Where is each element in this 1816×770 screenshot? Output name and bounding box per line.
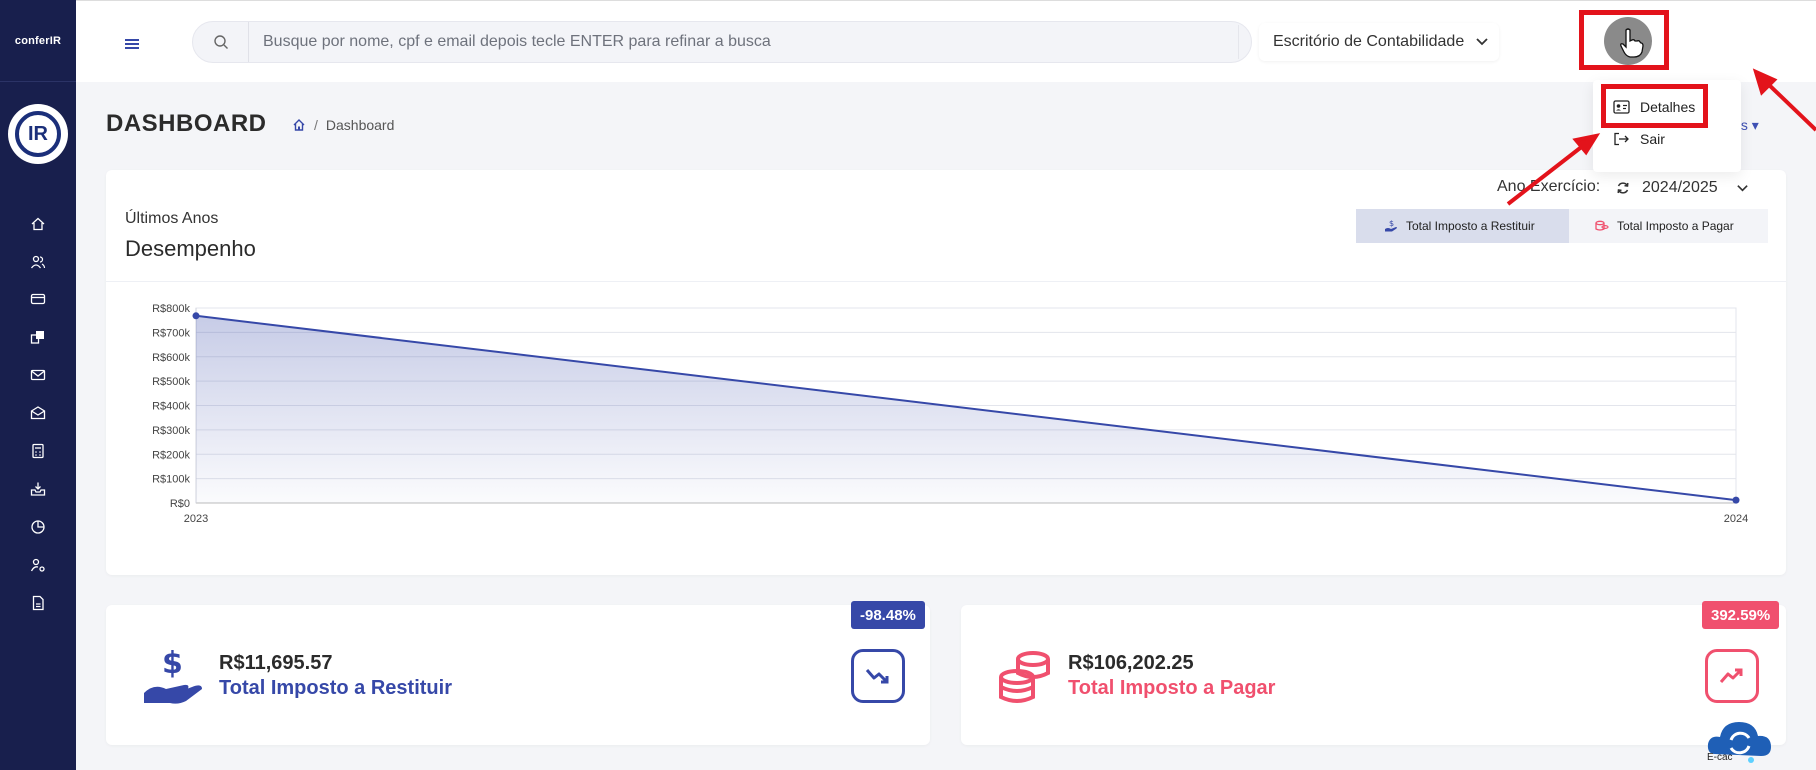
tab-total-pagar[interactable]: Total Imposto a Pagar — [1569, 209, 1768, 243]
sidebar-item-card[interactable] — [27, 288, 49, 310]
sidebar: conferIR IR — [0, 0, 76, 770]
kpi-value: R$11,695.57 — [219, 652, 333, 674]
tab-label: Total Imposto a Pagar — [1617, 219, 1734, 233]
home-icon[interactable] — [292, 118, 306, 132]
users-icon — [30, 255, 46, 269]
performance-chart-card: Últimos Anos Desempenho Ano Exercício: 2… — [106, 170, 1786, 575]
inbox-download-icon — [30, 482, 46, 496]
hand-dollar-icon: $ — [144, 647, 202, 704]
topbar-divider — [1238, 25, 1239, 59]
sidebar-item-file[interactable] — [27, 592, 49, 614]
page-title: DASHBOARD — [106, 110, 267, 137]
breadcrumb-separator: / — [314, 117, 318, 133]
data-point — [192, 312, 200, 320]
annotation-arrow-to-avatar — [1764, 80, 1816, 132]
year-label: Ano Exercício: — [1497, 178, 1601, 195]
home-icon — [31, 217, 45, 231]
y-tick-label: R$700k — [152, 327, 190, 339]
annotation-highlight-avatar — [1579, 10, 1669, 70]
ecac-label: E-cac — [1707, 752, 1733, 763]
kpi-label: Total Imposto a Pagar — [1068, 677, 1276, 699]
user-settings-icon — [30, 558, 45, 572]
kpi-label: Total Imposto a Restituir — [219, 677, 452, 699]
calculator-icon — [32, 443, 44, 459]
tab-total-restituir[interactable]: $ Total Imposto a Restituir — [1356, 209, 1569, 243]
sidebar-item-mail-open[interactable] — [27, 402, 49, 424]
sidebar-item-calculator[interactable] — [27, 440, 49, 462]
kpi-change-badge: 392.59% — [1702, 601, 1780, 629]
office-select-value: Escritório de Contabilidade Co — [1273, 33, 1469, 50]
sidebar-item-home[interactable] — [27, 213, 49, 235]
pie-chart-icon — [31, 520, 45, 534]
kpi-change-badge: -98.48% — [851, 601, 925, 629]
menu-toggle-icon[interactable] — [125, 39, 139, 51]
y-tick-label: R$400k — [152, 401, 190, 413]
y-tick-label: R$200k — [152, 449, 190, 461]
search-bar — [192, 21, 1252, 63]
y-tick-label: R$300k — [152, 425, 190, 437]
file-icon — [32, 595, 44, 611]
performance-area-chart: R$0 R$100k R$200k R$300k R$400k R$500k R$600k R… — [152, 303, 1748, 525]
office-select[interactable]: Escritório de Contabilidade Co — [1259, 23, 1499, 61]
year-select[interactable]: 2024/2025 — [1616, 174, 1776, 202]
year-select-value: 2024/2025 — [1642, 179, 1718, 196]
chart-tabs: $ Total Imposto a Restituir Total Impost… — [1356, 209, 1768, 243]
search-icon[interactable] — [193, 22, 249, 62]
y-tick-label: R$100k — [152, 474, 190, 486]
y-tick-label: R$600k — [152, 352, 190, 364]
topbar: Escritório de Contabilidade Co — [76, 0, 1816, 82]
refresh-icon[interactable] — [1616, 181, 1630, 195]
breadcrumb: / Dashboard — [292, 117, 394, 133]
hand-money-icon: $ — [1385, 219, 1397, 232]
brand-logo: IR — [8, 104, 68, 164]
chevron-down-icon — [1736, 184, 1748, 192]
data-point — [1732, 496, 1740, 504]
y-tick-label: R$0 — [170, 498, 190, 510]
caret-down-icon: ▾ — [1751, 117, 1759, 133]
sidebar-item-mail[interactable] — [27, 364, 49, 386]
sidebar-item-inbox-download[interactable] — [27, 478, 49, 500]
coins-icon — [1595, 220, 1609, 231]
kpi-value: R$106,202.25 — [1068, 652, 1194, 674]
sidebar-item-users[interactable] — [27, 251, 49, 273]
chevron-down-icon — [1476, 38, 1488, 46]
mail-open-icon — [30, 406, 46, 420]
sidebar-logo[interactable]: conferIR — [0, 0, 76, 82]
card-header-divider — [106, 281, 1786, 282]
trend-down-icon — [851, 649, 905, 703]
annotation-highlight-detalhes — [1601, 84, 1708, 128]
logout-icon — [1614, 132, 1629, 146]
sidebar-item-pie-chart[interactable] — [27, 516, 49, 538]
search-input[interactable] — [249, 33, 1229, 51]
kpi-card-pagar: R$106,202.25 Total Imposto a Pagar 392.5… — [961, 601, 1786, 745]
tab-label: Total Imposto a Restituir — [1406, 219, 1535, 233]
y-tick-label: R$800k — [152, 303, 190, 315]
card-icon — [30, 293, 46, 305]
kpi-card-restituir: $ R$11,695.57 Total Imposto a Restituir … — [106, 601, 930, 745]
documents-icon — [30, 331, 44, 344]
chart-title: Desempenho — [125, 236, 256, 261]
breadcrumb-current: Dashboard — [325, 117, 395, 133]
logo-text: conferIR — [14, 34, 62, 47]
svg-text:$: $ — [1389, 219, 1394, 228]
menu-item-sair[interactable]: Sair — [1613, 131, 1665, 147]
x-tick-label: 2024 — [1724, 513, 1748, 525]
coins-stack-icon — [999, 651, 1050, 703]
brand-logo-text: IR — [15, 111, 61, 157]
svg-text:$: $ — [162, 647, 183, 681]
menu-item-label: Sair — [1640, 131, 1665, 147]
mail-icon — [30, 369, 46, 381]
sidebar-item-documents[interactable] — [27, 326, 49, 348]
y-tick-label: R$500k — [152, 376, 190, 388]
trend-up-icon — [1705, 649, 1759, 703]
chart-subtitle: Últimos Anos — [125, 210, 219, 227]
sidebar-item-user-settings[interactable] — [27, 554, 49, 576]
x-tick-label: 2023 — [184, 513, 208, 525]
